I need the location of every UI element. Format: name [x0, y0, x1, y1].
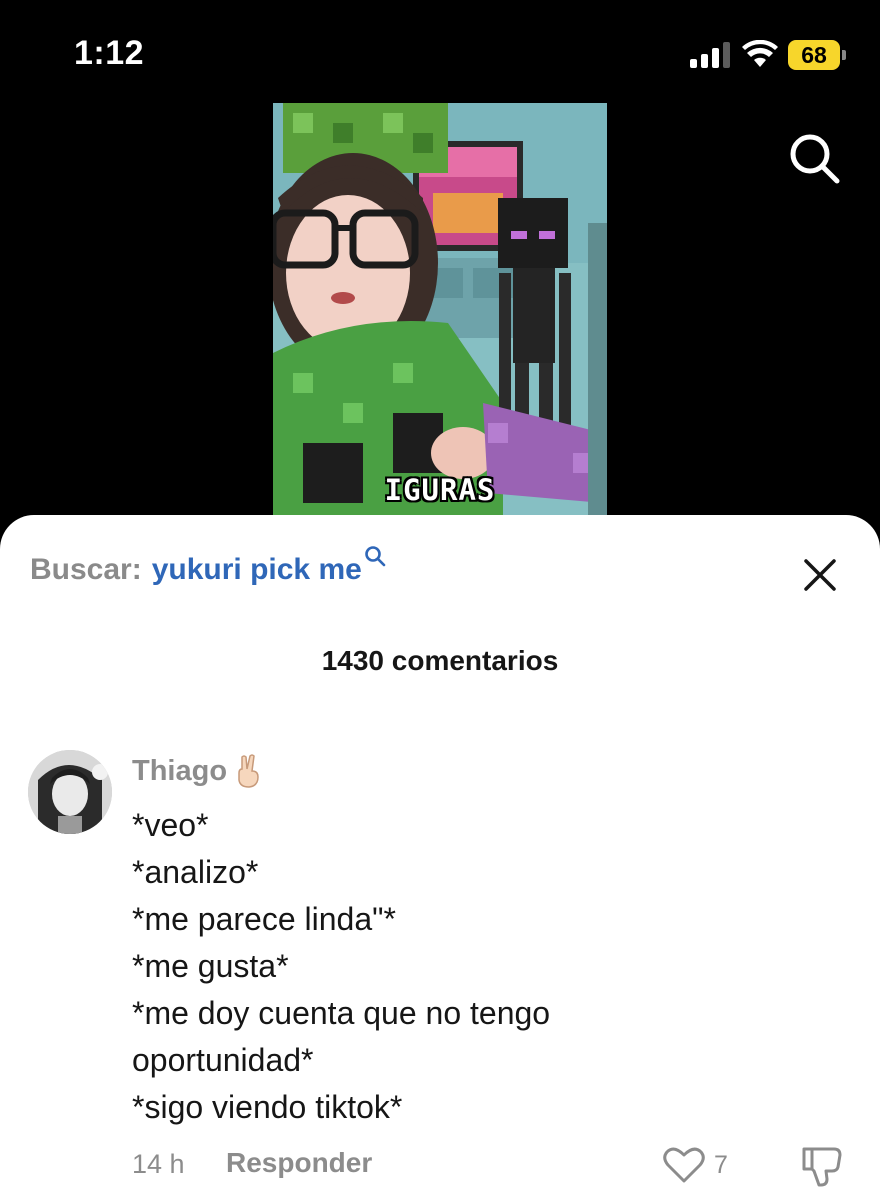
wifi-icon [742, 40, 778, 67]
battery-icon: 68 [788, 40, 846, 70]
comment-author[interactable]: Thiago [132, 755, 227, 788]
signal-icon [690, 42, 732, 68]
comment-footer: 14 h Responder 7 [0, 1145, 880, 1187]
battery-level: 68 [788, 40, 840, 70]
comment-author-row: Thiago [132, 753, 265, 789]
comment-line: *veo* [132, 807, 209, 843]
search-icon [365, 546, 386, 567]
comment-timestamp: 14 h [132, 1149, 185, 1179]
video-player[interactable]: IGURAS [273, 103, 607, 515]
search-prefix: Buscar: [30, 553, 142, 586]
comment-text: *veo* *analizo* *me parece linda"* *me g… [132, 802, 852, 1131]
thumbs-down-icon[interactable] [800, 1143, 846, 1189]
search-suggestion[interactable]: Buscar: yukuri pick me [30, 546, 386, 593]
reply-button[interactable]: Responder [226, 1147, 372, 1179]
avatar[interactable] [28, 750, 112, 834]
video-frame-image [273, 103, 607, 515]
close-icon[interactable] [800, 555, 840, 595]
peace-hand-icon [238, 754, 259, 788]
comments-sheet: Buscar: yukuri pick me 1430 comentarios … [0, 515, 880, 1200]
comment-line: *analizo* [132, 854, 259, 890]
comment-line: *me gusta* [132, 948, 289, 984]
comment-line: oportunidad* [132, 1042, 314, 1078]
status-bar: 1:12 68 [0, 0, 880, 100]
video-caption: IGURAS [384, 473, 496, 507]
comment-line: *me doy cuenta que no tengo [132, 995, 551, 1031]
comment-line: *me parece linda"* [132, 901, 396, 937]
comments-count: 1430 comentarios [321, 645, 559, 676]
search-query-link[interactable]: yukuri pick me [152, 553, 362, 587]
like-count: 7 [714, 1151, 728, 1179]
heart-icon[interactable] [662, 1145, 706, 1185]
comment-line: *sigo viendo tiktok* [132, 1089, 403, 1125]
status-time: 1:12 [74, 34, 145, 72]
search-icon[interactable] [786, 130, 842, 186]
